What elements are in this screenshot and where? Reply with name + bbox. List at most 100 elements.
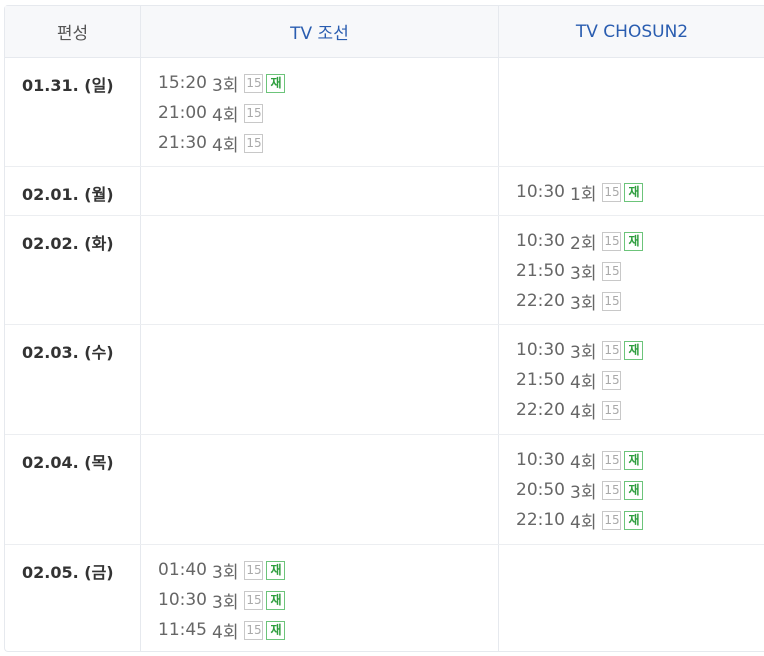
- table-row: 02.02. (화) 10:30 2회 15 재 21:50 3회 15 22:20 3회 15: [5, 216, 764, 325]
- broadcast-entry[interactable]: 10:30 2회 15 재: [516, 226, 764, 256]
- age-rating-badge: 15: [244, 73, 264, 93]
- table-row: 02.01. (월) 10:30 1회 15 재: [5, 167, 764, 216]
- episode-number: 4회: [570, 512, 597, 533]
- date-cell: 02.03. (수): [5, 325, 141, 434]
- broadcast-time: 22:20: [516, 400, 565, 420]
- header-date-column: 편성: [5, 6, 141, 58]
- tv-chosun-cell: 01:40 3회 15 재 10:30 3회 15 재 11:45 4회 15 재: [141, 545, 499, 651]
- episode-number: 3회: [570, 482, 597, 503]
- broadcast-time: 21:50: [516, 370, 565, 390]
- tv-chosun2-cell: 10:30 3회 15 재 21:50 4회 15 22:20 4회 15: [499, 325, 764, 434]
- tv-chosun2-cell: [499, 545, 764, 651]
- rerun-badge: 재: [624, 450, 644, 470]
- episode-number: 3회: [212, 75, 239, 96]
- tv-chosun2-cell: 10:30 1회 15 재: [499, 167, 764, 215]
- episode-number: 3회: [570, 263, 597, 284]
- broadcast-time: 10:30: [516, 231, 565, 251]
- episode-number: 3회: [212, 562, 239, 583]
- episode-number: 2회: [570, 233, 597, 254]
- age-rating-badge: 15: [602, 370, 622, 390]
- episode-number: 4회: [570, 402, 597, 423]
- broadcast-entry[interactable]: 01:40 3회 15 재: [158, 555, 498, 585]
- tv-chosun2-cell: [499, 58, 764, 166]
- age-rating-badge: 15: [244, 560, 264, 580]
- age-rating-badge: 15: [244, 133, 264, 153]
- age-rating-badge: 15: [602, 480, 622, 500]
- date-cell: 02.05. (금): [5, 545, 141, 651]
- age-rating-badge: 15: [602, 231, 622, 251]
- tv-chosun2-cell: 10:30 4회 15 재 20:50 3회 15 재 22:10 4회 15 재: [499, 435, 764, 544]
- rerun-badge: 재: [624, 340, 644, 360]
- age-rating-badge: 15: [602, 182, 622, 202]
- episode-number: 1회: [570, 184, 597, 205]
- broadcast-entry[interactable]: 21:50 3회 15: [516, 256, 764, 286]
- broadcast-time: 20:50: [516, 480, 565, 500]
- broadcast-entry[interactable]: 22:20 4회 15: [516, 395, 764, 425]
- broadcast-time: 22:20: [516, 291, 565, 311]
- broadcast-entry[interactable]: 20:50 3회 15 재: [516, 475, 764, 505]
- broadcast-entry[interactable]: 21:30 4회 15: [158, 128, 498, 158]
- episode-number: 4회: [570, 372, 597, 393]
- broadcast-entry[interactable]: 22:10 4회 15 재: [516, 505, 764, 535]
- rerun-badge: 재: [266, 620, 286, 640]
- episode-number: 4회: [212, 105, 239, 126]
- broadcast-entry[interactable]: 22:20 3회 15: [516, 286, 764, 316]
- table-row: 02.04. (목) 10:30 4회 15 재 20:50 3회 15 재 22:10 4회 15 재: [5, 435, 764, 545]
- broadcast-time: 10:30: [516, 450, 565, 470]
- date-cell: 01.31. (일): [5, 58, 141, 166]
- date-cell: 02.04. (목): [5, 435, 141, 544]
- episode-number: 3회: [570, 293, 597, 314]
- broadcast-time: 10:30: [516, 182, 565, 202]
- rerun-badge: 재: [624, 510, 644, 530]
- broadcast-time: 01:40: [158, 560, 207, 580]
- broadcast-entry[interactable]: 10:30 1회 15 재: [516, 177, 764, 207]
- rerun-badge: 재: [624, 480, 644, 500]
- tv-chosun-cell: [141, 167, 499, 215]
- broadcast-entry[interactable]: 15:20 3회 15 재: [158, 68, 498, 98]
- rerun-badge: 재: [266, 590, 286, 610]
- age-rating-badge: 15: [602, 340, 622, 360]
- tv-chosun-cell: [141, 216, 499, 324]
- episode-number: 3회: [570, 342, 597, 363]
- episode-number: 3회: [212, 592, 239, 613]
- rerun-badge: 재: [266, 73, 286, 93]
- broadcast-entry[interactable]: 21:00 4회 15: [158, 98, 498, 128]
- tv-chosun2-cell: 10:30 2회 15 재 21:50 3회 15 22:20 3회 15: [499, 216, 764, 324]
- broadcast-time: 11:45: [158, 620, 207, 640]
- broadcast-time: 10:30: [158, 590, 207, 610]
- table-row: 02.05. (금) 01:40 3회 15 재 10:30 3회 15 재 11:45 4회 15 재: [5, 545, 764, 651]
- broadcast-entry[interactable]: 10:30 3회 15 재: [516, 335, 764, 365]
- broadcast-time: 21:00: [158, 103, 207, 123]
- rerun-badge: 재: [624, 182, 644, 202]
- age-rating-badge: 15: [602, 450, 622, 470]
- broadcast-time: 21:50: [516, 261, 565, 281]
- date-cell: 02.02. (화): [5, 216, 141, 324]
- broadcast-time: 21:30: [158, 133, 207, 153]
- schedule-table: 편성 TV 조선 TV CHOSUN2 01.31. (일) 15:20 3회 15 재…: [4, 5, 764, 652]
- age-rating-badge: 15: [244, 103, 264, 123]
- header-channel-tv-chosun2[interactable]: TV CHOSUN2: [499, 6, 764, 58]
- table-row: 02.03. (수) 10:30 3회 15 재 21:50 4회 15 22:20 4회 15: [5, 325, 764, 435]
- broadcast-entry[interactable]: 21:50 4회 15: [516, 365, 764, 395]
- header-channel-tv-chosun[interactable]: TV 조선: [141, 6, 499, 58]
- age-rating-badge: 15: [244, 620, 264, 640]
- episode-number: 4회: [570, 452, 597, 473]
- broadcast-time: 15:20: [158, 73, 207, 93]
- tv-chosun-cell: 15:20 3회 15 재 21:00 4회 15 21:30 4회 15: [141, 58, 499, 166]
- age-rating-badge: 15: [602, 291, 622, 311]
- age-rating-badge: 15: [244, 590, 264, 610]
- date-cell: 02.01. (월): [5, 167, 141, 215]
- broadcast-entry[interactable]: 11:45 4회 15 재: [158, 615, 498, 645]
- episode-number: 4회: [212, 135, 239, 156]
- broadcast-time: 10:30: [516, 340, 565, 360]
- age-rating-badge: 15: [602, 510, 622, 530]
- rerun-badge: 재: [266, 560, 286, 580]
- episode-number: 4회: [212, 622, 239, 643]
- broadcast-time: 22:10: [516, 510, 565, 530]
- tv-chosun-cell: [141, 435, 499, 544]
- age-rating-badge: 15: [602, 400, 622, 420]
- table-row: 01.31. (일) 15:20 3회 15 재 21:00 4회 15 21:30 4회 15: [5, 58, 764, 167]
- broadcast-entry[interactable]: 10:30 3회 15 재: [158, 585, 498, 615]
- broadcast-entry[interactable]: 10:30 4회 15 재: [516, 445, 764, 475]
- tv-chosun-cell: [141, 325, 499, 434]
